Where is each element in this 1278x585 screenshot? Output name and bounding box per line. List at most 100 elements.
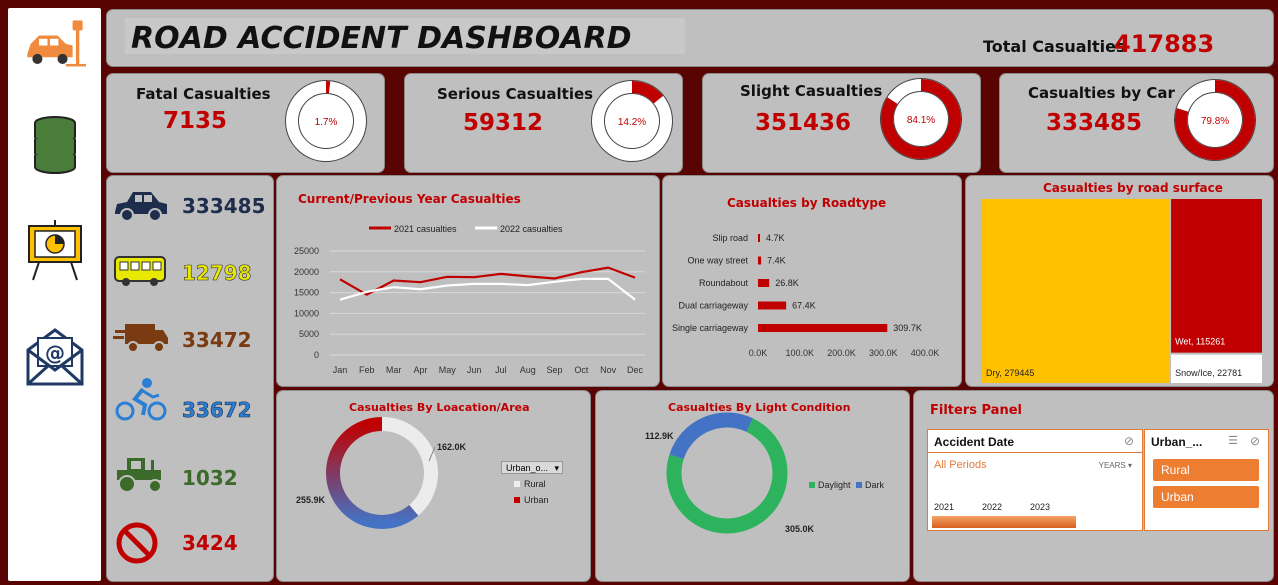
data-label: 112.9K — [645, 431, 674, 441]
car-icon — [115, 192, 167, 222]
series-line-2 — [339, 277, 636, 301]
periods-label: All Periods — [934, 459, 987, 471]
x-tick-label: 300.0K — [869, 348, 898, 358]
timeline-bar[interactable] — [932, 516, 1076, 528]
sidebar: @ — [8, 8, 101, 581]
y-tick-label: 15000 — [294, 288, 319, 298]
vehicle-count-tractor: 1032 — [182, 466, 238, 490]
data-label: 162.0K — [437, 442, 467, 452]
chevron-down-icon: ▾ — [554, 463, 559, 473]
kpi-label: Fatal Casualties — [136, 85, 271, 103]
header-bar: ROAD ACCIDENT DASHBOARD Total Casualties… — [107, 10, 1273, 66]
vehicle-count-bus: 12798 — [182, 261, 252, 286]
truck-icon — [113, 324, 168, 353]
tractor-icon — [117, 458, 162, 493]
light-chart-panel: Casualties By Light Condition 112.9K 305.… — [596, 391, 909, 581]
email-icon[interactable]: @ — [24, 326, 86, 388]
database-icon[interactable] — [24, 114, 86, 176]
x-tick-label: Jan — [333, 365, 348, 375]
kpi-donut: 79.8% — [1174, 79, 1256, 161]
year-label: 2021 — [934, 502, 955, 512]
x-tick-label: Aug — [520, 365, 536, 375]
category-label: One way street — [687, 256, 748, 266]
x-tick-label: 200.0K — [827, 348, 856, 358]
area-filter-dropdown[interactable]: Urban_o... ▾ — [501, 461, 563, 474]
legend-item-rural: Rural — [514, 479, 546, 489]
treemap-label: Snow/Ice, 22781 — [1175, 368, 1242, 378]
treemap-cell-wet — [1171, 199, 1262, 353]
y-tick-label: 25000 — [294, 246, 319, 256]
page-title: ROAD ACCIDENT DASHBOARD — [131, 21, 632, 56]
kpi-value: 7135 — [163, 108, 228, 134]
legend-label: 2021 casualties — [394, 224, 457, 234]
x-tick-label: Mar — [386, 365, 402, 375]
bar — [758, 256, 762, 265]
data-label: 309.7K — [893, 323, 922, 333]
time-unit-label: YEARS — [1098, 461, 1126, 470]
multi-select-icon[interactable]: ☰ — [1228, 434, 1238, 447]
kpi-card-serious: Serious Casualties 59312 14.2% — [405, 74, 682, 172]
x-tick-label: Oct — [574, 365, 589, 375]
presentation-chart-icon[interactable] — [24, 220, 86, 282]
y-tick-label: 5000 — [299, 329, 319, 339]
kpi-card-fatal: Fatal Casualties 7135 1.7% — [107, 74, 384, 172]
bar — [758, 301, 787, 310]
data-label: 4.7K — [766, 233, 785, 243]
treemap-cell-dry — [981, 199, 1170, 383]
area-slicer: Urban_... ☰ ⊘ Rural Urban — [1144, 429, 1269, 531]
area-filter-label: Urban_o... — [506, 463, 549, 473]
clear-filter-icon[interactable]: ⊘ — [1250, 434, 1260, 448]
slicer-option-rural[interactable]: Rural — [1153, 459, 1259, 481]
vehicle-count-truck: 33472 — [182, 328, 252, 352]
x-tick-label: 0.0K — [749, 348, 768, 358]
no-entry-icon — [116, 522, 158, 564]
vehicle-count-car: 333485 — [182, 194, 266, 218]
category-label: Roundabout — [699, 278, 749, 288]
bicycle-icon — [115, 378, 167, 421]
line-chart: 0 5000 10000 15000 20000 25000 Jan Feb Mar Apr May… — [294, 224, 645, 375]
vehicle-count-bicycle: 33672 — [182, 398, 252, 423]
slice-dark — [669, 412, 753, 460]
slicer-title: Urban_... — [1151, 435, 1203, 449]
clear-filter-icon[interactable]: ⊘ — [1124, 434, 1134, 448]
x-tick-label: Feb — [359, 365, 375, 375]
kpi-donut: 84.1% — [880, 78, 962, 160]
x-tick-label: Jul — [495, 365, 507, 375]
donut-percent-label: 84.1% — [907, 115, 935, 126]
x-tick-label: Sep — [547, 365, 563, 375]
kpi-value: 333485 — [1046, 110, 1143, 136]
legend-label: 2022 casualties — [500, 224, 563, 234]
roadtype-bar-chart: Slip road 4.7K One way street 7.4K Roundabou… — [672, 233, 940, 358]
slicer-title: Accident Date — [934, 435, 1015, 449]
year-label: 2023 — [1030, 502, 1051, 512]
vehicle-count-other: 3424 — [182, 531, 238, 555]
category-label: Slip road — [712, 233, 748, 243]
svg-text:@: @ — [45, 341, 65, 365]
time-unit-dropdown[interactable]: YEARS ▾ — [1099, 461, 1132, 470]
y-tick-label: 10000 — [294, 308, 319, 318]
category-label: Dual carriageway — [678, 301, 748, 311]
kpi-card-car: Casualties by Car 333485 79.8% — [1000, 74, 1273, 172]
x-tick-label: 100.0K — [785, 348, 814, 358]
filters-title: Filters Panel — [930, 403, 1022, 418]
vehicle-panel: 333485 12798 33472 33672 1032 3424 — [107, 176, 273, 581]
legend-label: Urban — [524, 495, 549, 505]
donut-percent-label: 14.2% — [618, 117, 646, 128]
slicer-option-urban[interactable]: Urban — [1153, 486, 1259, 508]
car-crash-icon[interactable] — [24, 12, 86, 74]
kpi-label: Casualties by Car — [1028, 84, 1175, 102]
divider — [928, 452, 1142, 453]
treemap-label: Dry, 279445 — [986, 368, 1034, 378]
kpi-donut: 1.7% — [285, 80, 367, 162]
location-chart-panel: Casualties By Loacation/Area 162.0K 255.9… — [277, 391, 590, 581]
data-label: 255.9K — [296, 495, 326, 505]
x-tick-label: 400.0K — [911, 348, 940, 358]
bus-icon — [114, 256, 166, 286]
legend-item-urban: Urban — [514, 495, 549, 505]
year-label: 2022 — [982, 502, 1003, 512]
donut-percent-label: 1.7% — [315, 117, 338, 128]
data-label: 67.4K — [792, 301, 816, 311]
title-box: ROAD ACCIDENT DASHBOARD — [125, 18, 685, 56]
legend-label: Rural — [524, 479, 546, 489]
x-tick-label: Jun — [467, 365, 482, 375]
